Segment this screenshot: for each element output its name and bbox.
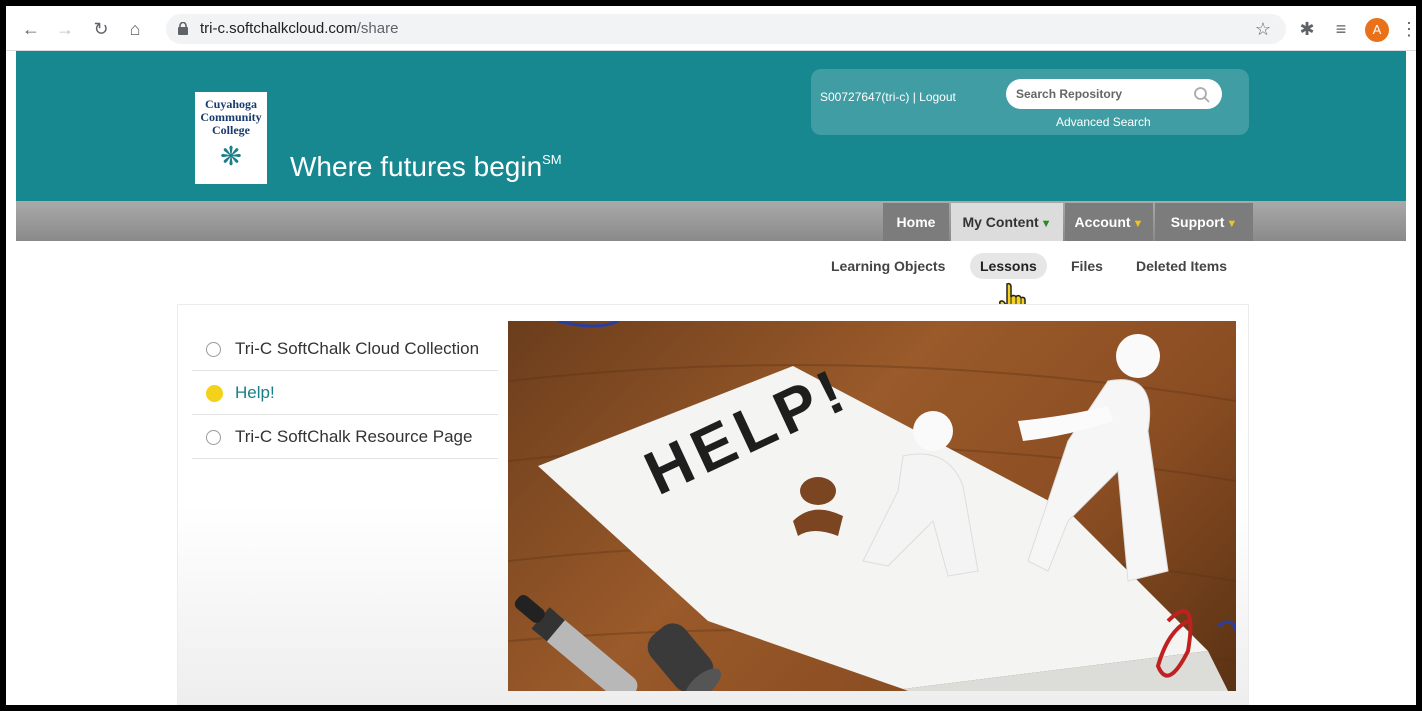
profile-avatar[interactable]: A: [1365, 18, 1389, 42]
nav-home[interactable]: Home: [883, 203, 949, 241]
dropdown-arrow-icon: ▼: [1226, 218, 1238, 230]
address-bar[interactable]: tri-c.softchalkcloud.com/share: [166, 14, 1286, 44]
reading-list-icon[interactable]: ≡: [1328, 16, 1354, 42]
user-info-logout[interactable]: S00727647(tri-c) | Logout: [820, 90, 956, 104]
list-item-label: Help!: [235, 383, 275, 402]
submenu-files[interactable]: Files: [1061, 253, 1113, 279]
radio-dot: [206, 430, 221, 445]
dropdown-arrow-icon: ▼: [1040, 218, 1052, 230]
back-icon[interactable]: ←: [18, 16, 44, 42]
lock-icon: [178, 22, 188, 35]
search-input[interactable]: [1016, 83, 1186, 105]
list-item[interactable]: Tri-C SoftChalk Cloud Collection: [192, 327, 498, 371]
list-item[interactable]: Tri-C SoftChalk Resource Page: [192, 415, 498, 459]
list-item[interactable]: Help!: [192, 371, 498, 415]
submenu-deleted-items[interactable]: Deleted Items: [1126, 253, 1237, 279]
forward-icon[interactable]: →: [52, 16, 78, 42]
radio-dot: [206, 342, 221, 357]
browser-toolbar: ← → ↻ ⌂ tri-c.softchalkcloud.com/share ☆…: [6, 6, 1416, 51]
help-illustration: HELP!: [508, 321, 1236, 691]
nav-my-content[interactable]: My Content ▼: [951, 203, 1063, 241]
dropdown-arrow-icon: ▼: [1132, 218, 1144, 230]
list-item-label: Tri-C SoftChalk Resource Page: [235, 427, 473, 446]
url-text: tri-c.softchalkcloud.com/share: [200, 20, 399, 37]
submenu-lessons[interactable]: Lessons: [970, 253, 1047, 279]
reload-icon[interactable]: ↻: [88, 16, 114, 42]
hero-image: HELP!: [508, 321, 1236, 691]
main-nav: Home My Content ▼ Account ▼ Support ▼: [16, 201, 1406, 241]
site-header: Cuyahoga Community College ❋ Where futur…: [16, 51, 1406, 201]
search-icon[interactable]: [1193, 86, 1211, 104]
bookmark-star-icon[interactable]: ☆: [1250, 16, 1276, 42]
submenu-learning-objects[interactable]: Learning Objects: [821, 253, 955, 279]
user-panel: S00727647(tri-c) | Logout Advanced Searc…: [811, 69, 1249, 135]
site-tagline: Where futures beginSM: [290, 151, 562, 182]
logo-line: College: [212, 123, 250, 137]
content-panel: Tri-C SoftChalk Cloud Collection Help! T…: [177, 304, 1249, 705]
nav-support[interactable]: Support ▼: [1155, 203, 1253, 241]
nav-account[interactable]: Account ▼: [1065, 203, 1153, 241]
advanced-search-link[interactable]: Advanced Search: [1056, 115, 1151, 129]
extensions-icon[interactable]: ✱: [1294, 16, 1320, 42]
browser-menu-icon[interactable]: ⋮: [1400, 16, 1416, 42]
snowflake-icon: ❋: [220, 141, 242, 171]
browser-window: ← → ↻ ⌂ tri-c.softchalkcloud.com/share ☆…: [6, 6, 1416, 705]
college-logo[interactable]: Cuyahoga Community College ❋: [195, 92, 267, 184]
repository-search: [1006, 79, 1222, 109]
home-icon[interactable]: ⌂: [122, 16, 148, 42]
radio-dot-selected: [206, 385, 223, 402]
list-item-label: Tri-C SoftChalk Cloud Collection: [235, 339, 480, 358]
